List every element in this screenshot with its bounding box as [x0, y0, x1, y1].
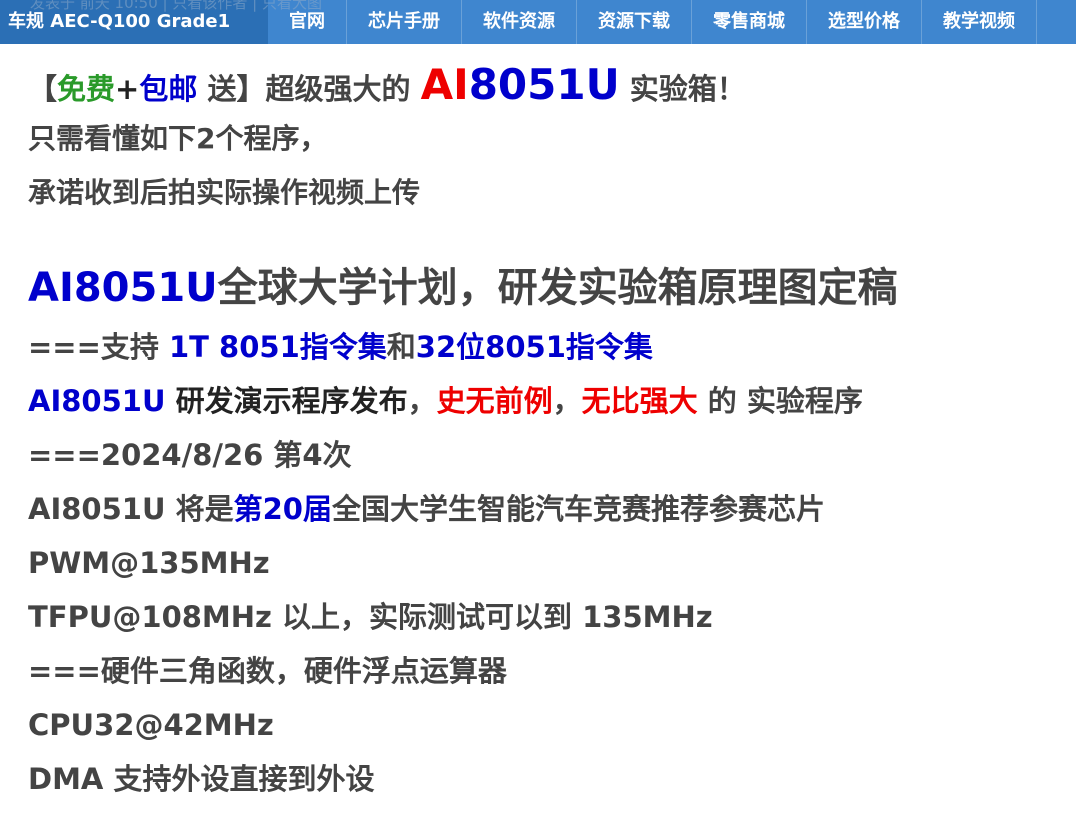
- nav-item-datasheet[interactable]: 芯片手册: [347, 0, 462, 44]
- nav-item-downloads[interactable]: 资源下载: [577, 0, 692, 44]
- text-chip-name: AI8051U: [28, 384, 166, 418]
- text-competition-prefix: AI8051U 将是: [28, 492, 234, 526]
- text-chip-name: AI8051U: [28, 265, 218, 311]
- text-ai: AI: [420, 60, 469, 109]
- nav-menu: 官网 芯片手册 软件资源 资源下载 零售商城 选型价格 教学视频: [268, 0, 1037, 44]
- text-line-competition: AI8051U 将是第20届全国大学生智能汽车竞赛推荐参赛芯片: [28, 482, 1068, 536]
- text-comma: ，: [552, 384, 582, 418]
- text-give: 送】超级强大的: [197, 72, 421, 106]
- text-support-prefix: ===支持: [28, 330, 169, 364]
- text-demo-release: 研发演示程序发布: [165, 384, 408, 418]
- text-line-pwm: PWM@135MHz: [28, 546, 270, 580]
- nav-item-store[interactable]: 零售商城: [692, 0, 807, 44]
- text-line-tfpu: TFPU@108MHz 以上，实际测试可以到 135MHz: [28, 600, 713, 634]
- headline-free-kit: 【免费+包邮 送】超级强大的 AI8051U 实验箱！: [28, 58, 1068, 112]
- post-content: 【免费+包邮 送】超级强大的 AI8051U 实验箱！ 只需看懂如下2个程序， …: [28, 58, 1068, 806]
- text-competition-rest: 全国大学生智能汽车竞赛推荐参赛芯片: [331, 492, 825, 526]
- text-32bit-instruction-set: 32位8051指令集: [415, 330, 653, 364]
- nav-item-software[interactable]: 软件资源: [462, 0, 577, 44]
- text-free-shipping: 包邮: [139, 72, 198, 106]
- headline-university-plan: AI8051U全球大学计划，研发实验箱原理图定稿: [28, 256, 1068, 320]
- text-chip-name: 8051U: [468, 60, 620, 109]
- text-free: 免费: [57, 72, 116, 106]
- text-university-plan: 全球大学计划，研发实验箱原理图定稿: [217, 265, 898, 311]
- text-experiment-program: 的 实验程序: [697, 384, 863, 418]
- text-line-dma: DMA 支持外设直接到外设: [28, 762, 375, 796]
- text-line-hardware-math: ===硬件三角函数，硬件浮点运算器: [28, 654, 507, 688]
- text-line-programs: 只需看懂如下2个程序，: [28, 122, 328, 155]
- top-nav-bar: 车规 AEC-Q100 Grade1 发表于 前天 10:50 | 只看该作者 …: [0, 0, 1076, 44]
- nav-item-videos[interactable]: 教学视频: [922, 0, 1037, 44]
- text-and: 和: [386, 330, 416, 364]
- text-powerful: 无比强大: [581, 384, 698, 418]
- text-line-instruction-sets: ===支持 1T 8051指令集和32位8051指令集: [28, 320, 1068, 374]
- text-plus: +: [115, 72, 140, 106]
- text-edition: 第20届: [233, 492, 332, 526]
- text-line-cpu32: CPU32@42MHz: [28, 708, 274, 742]
- text-line-date: ===2024/8/26 第4次: [28, 438, 352, 472]
- text-kit: 实验箱！: [619, 72, 746, 106]
- text-comma: ，: [407, 384, 437, 418]
- text-bracket: 【: [28, 72, 58, 106]
- text-unprecedented: 史无前例: [436, 384, 553, 418]
- text-line-demo-release: AI8051U 研发演示程序发布，史无前例，无比强大 的 实验程序: [28, 374, 1068, 428]
- nav-item-pricing[interactable]: 选型价格: [807, 0, 922, 44]
- nav-item-official-site[interactable]: 官网: [268, 0, 347, 44]
- text-line-promise: 承诺收到后拍实际操作视频上传: [28, 176, 421, 209]
- text-8051-instruction-set: 1T 8051指令集: [169, 330, 387, 364]
